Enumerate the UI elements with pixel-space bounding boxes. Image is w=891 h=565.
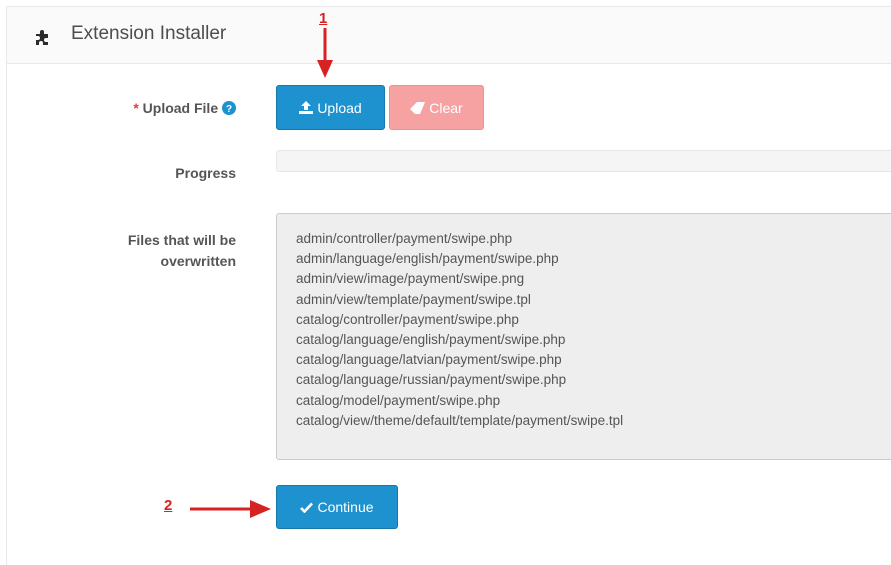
annotation-arrow-right-icon [190, 500, 271, 518]
list-item: catalog/view/theme/default/template/paym… [296, 412, 624, 428]
panel-heading: Extension Installer [7, 7, 891, 64]
continue-button-label: Continue [317, 499, 374, 515]
question-circle-icon[interactable]: ? [222, 101, 236, 115]
upload-button[interactable]: Upload [276, 85, 385, 130]
progress-label: Progress [175, 165, 236, 181]
files-overwritten-label: Files that will be overwritten [60, 230, 236, 272]
annotation-step-2: 2 [164, 497, 173, 514]
upload-file-label: * Upload File ? [60, 98, 236, 119]
upload-button-label: Upload [317, 99, 362, 116]
annotation-step-1: 1 [319, 10, 328, 27]
clear-button-label: Clear [429, 99, 463, 116]
files-overwritten-list: admin/controller/payment/swipe.php admin… [276, 213, 891, 460]
list-item: catalog/language/russian/payment/swipe.p… [296, 372, 567, 388]
continue-button[interactable]: Continue [276, 485, 398, 529]
list-item: catalog/model/payment/swipe.php [296, 392, 501, 408]
files-label-line-2: overwritten [160, 253, 236, 269]
annotation-arrow-down-icon [317, 28, 333, 78]
puzzle-icon [36, 30, 48, 45]
list-item: admin/view/template/payment/swipe.tpl [296, 291, 531, 307]
list-item: catalog/language/latvian/payment/swipe.p… [296, 352, 562, 368]
list-item: admin/view/image/payment/swipe.png [296, 271, 525, 287]
list-item: catalog/language/english/payment/swipe.p… [296, 332, 566, 348]
upload-icon [299, 101, 314, 114]
clear-button[interactable]: Clear [389, 85, 484, 130]
panel-title: Extension Installer [71, 23, 227, 44]
progress-bar [276, 150, 891, 172]
list-item: admin/language/english/payment/swipe.php [296, 251, 559, 267]
upload-file-label-text: Upload File [142, 100, 219, 116]
svg-text:?: ? [226, 104, 232, 115]
checkmark-icon [300, 502, 314, 513]
list-item: admin/controller/payment/swipe.php [296, 231, 513, 246]
eraser-icon [410, 101, 426, 114]
files-label-line-1: Files that will be [127, 232, 236, 248]
list-item: catalog/controller/payment/swipe.php [296, 311, 519, 327]
required-marker: * [133, 100, 139, 116]
